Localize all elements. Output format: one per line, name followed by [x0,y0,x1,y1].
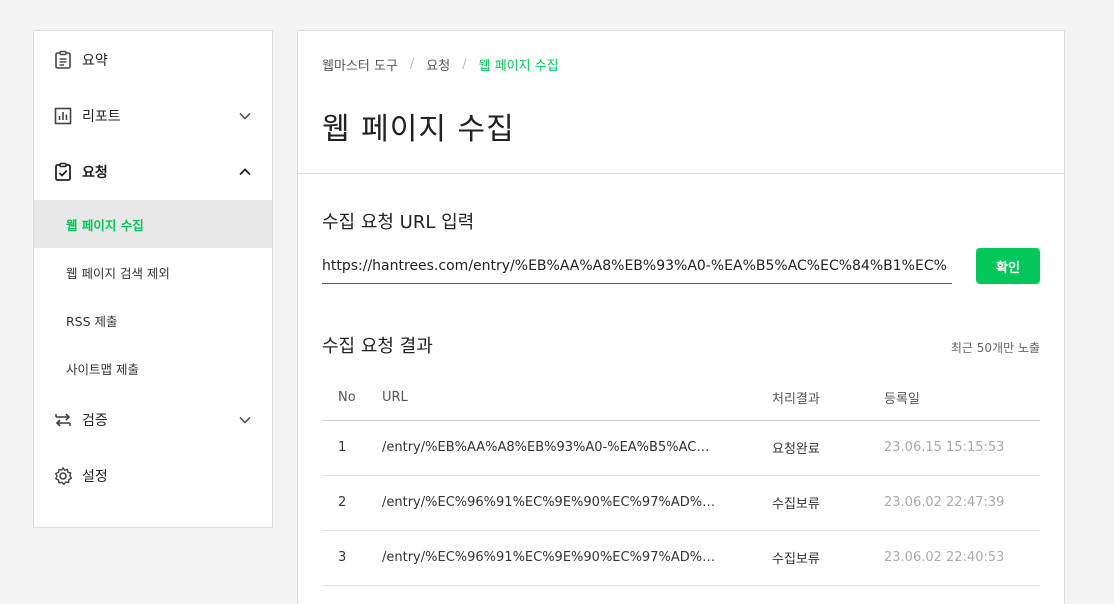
row-status: 요청완료 [772,420,884,476]
sidebar-item-label: 설정 [82,469,108,485]
sidebar-item-label: 요청 [82,165,108,181]
sidebar-item-settings[interactable]: 설정 [34,448,272,504]
sidebar-item-summary[interactable]: 요약 [34,32,272,88]
sidebar-item-label: 요약 [82,53,108,69]
section-title: 수집 요청 URL 입력 [322,212,475,233]
page-header: 웹마스터 도구 / 요청 / 웹 페이지 수집 웹 페이지 수집 [298,31,1064,174]
chevron-down-icon [238,109,252,123]
breadcrumb-separator: / [409,57,415,72]
breadcrumb-item[interactable]: 웹마스터 도구 [322,55,398,74]
chevron-up-icon [238,165,252,179]
results-table: No URL 처리결과 등록일 1 /entry/%EB%AA%A8%EB%93… [322,376,1040,586]
breadcrumb-separator: / [462,57,467,72]
url-input[interactable] [322,248,953,284]
column-header-date: 등록일 [884,376,1040,421]
row-date: 23.06.15 15:15:53 [884,420,1040,476]
row-url: /entry/%EC%96%91%EC%9E%90%EC%97%AD%… [382,530,772,586]
sidebar-subitem-rss-submit[interactable]: RSS 제출 [34,296,272,344]
table-row: 1 /entry/%EB%AA%A8%EB%93%A0-%EA%B5%AC… 요… [322,420,1040,476]
row-url: /entry/%EC%96%91%EC%9E%90%EC%97%AD%… [382,475,772,531]
sidebar-item-report[interactable]: 리포트 [34,88,272,144]
gear-icon [52,465,74,487]
main-panel: 웹마스터 도구 / 요청 / 웹 페이지 수집 웹 페이지 수집 수집 요청 U… [297,30,1065,604]
row-no: 3 [322,530,382,586]
url-input-row: 확인 [322,248,1040,284]
bar-chart-icon [52,105,74,127]
breadcrumb-item[interactable]: 요청 [426,55,450,74]
row-status: 수집보류 [772,475,884,531]
page-title: 웹 페이지 수집 [322,112,515,147]
clipboard-icon [52,49,74,71]
sidebar-subitem-web-page-exclude[interactable]: 웹 페이지 검색 제외 [34,248,272,296]
sidebar-item-verify[interactable]: 검증 [34,392,272,448]
row-status: 수집보류 [772,530,884,586]
row-url: /entry/%EB%AA%A8%EB%93%A0-%EA%B5%AC… [382,420,772,476]
confirm-button[interactable]: 확인 [976,248,1040,284]
column-header-no: No [322,376,382,421]
sidebar-subitem-sitemap-submit[interactable]: 사이트맵 제출 [34,344,272,392]
table-header-row: No URL 처리결과 등록일 [322,376,1040,421]
chevron-down-icon [238,413,252,427]
row-no: 2 [322,475,382,531]
request-submenu: 웹 페이지 수집 웹 페이지 검색 제외 RSS 제출 사이트맵 제출 [34,200,272,392]
clipboard-check-icon [52,161,74,183]
table-row: 2 /entry/%EC%96%91%EC%9E%90%EC%97%AD%… 수… [322,475,1040,531]
sidebar-item-label: 검증 [82,413,108,429]
breadcrumb-current: 웹 페이지 수집 [478,59,559,74]
row-no: 1 [322,420,382,476]
column-header-url: URL [382,376,772,421]
row-date: 23.06.02 22:47:39 [884,475,1040,531]
row-date: 23.06.02 22:40:53 [884,530,1040,586]
request-section: 수집 요청 URL 입력 확인 수집 요청 결과 최근 50개만 노출 No U… [298,208,1064,586]
table-row: 3 /entry/%EC%96%91%EC%9E%90%EC%97%AD%… 수… [322,530,1040,586]
breadcrumb: 웹마스터 도구 / 요청 / 웹 페이지 수집 [322,55,1040,74]
results-header: 수집 요청 결과 최근 50개만 노출 [322,332,1040,358]
sidebar-item-label: 리포트 [82,109,121,125]
sidebar-subitem-web-page-crawl[interactable]: 웹 페이지 수집 [34,200,272,248]
sidebar-item-request[interactable]: 요청 [34,144,272,200]
section-title: 수집 요청 결과 [322,336,433,357]
swap-arrows-icon [52,409,74,431]
results-note: 최근 50개만 노출 [950,341,1040,355]
sidebar: 요약 리포트 요청 웹 페이지 수집 웹 페이지 검색 제외 RSS 제출 사이… [33,30,273,528]
column-header-status: 처리결과 [772,376,884,421]
